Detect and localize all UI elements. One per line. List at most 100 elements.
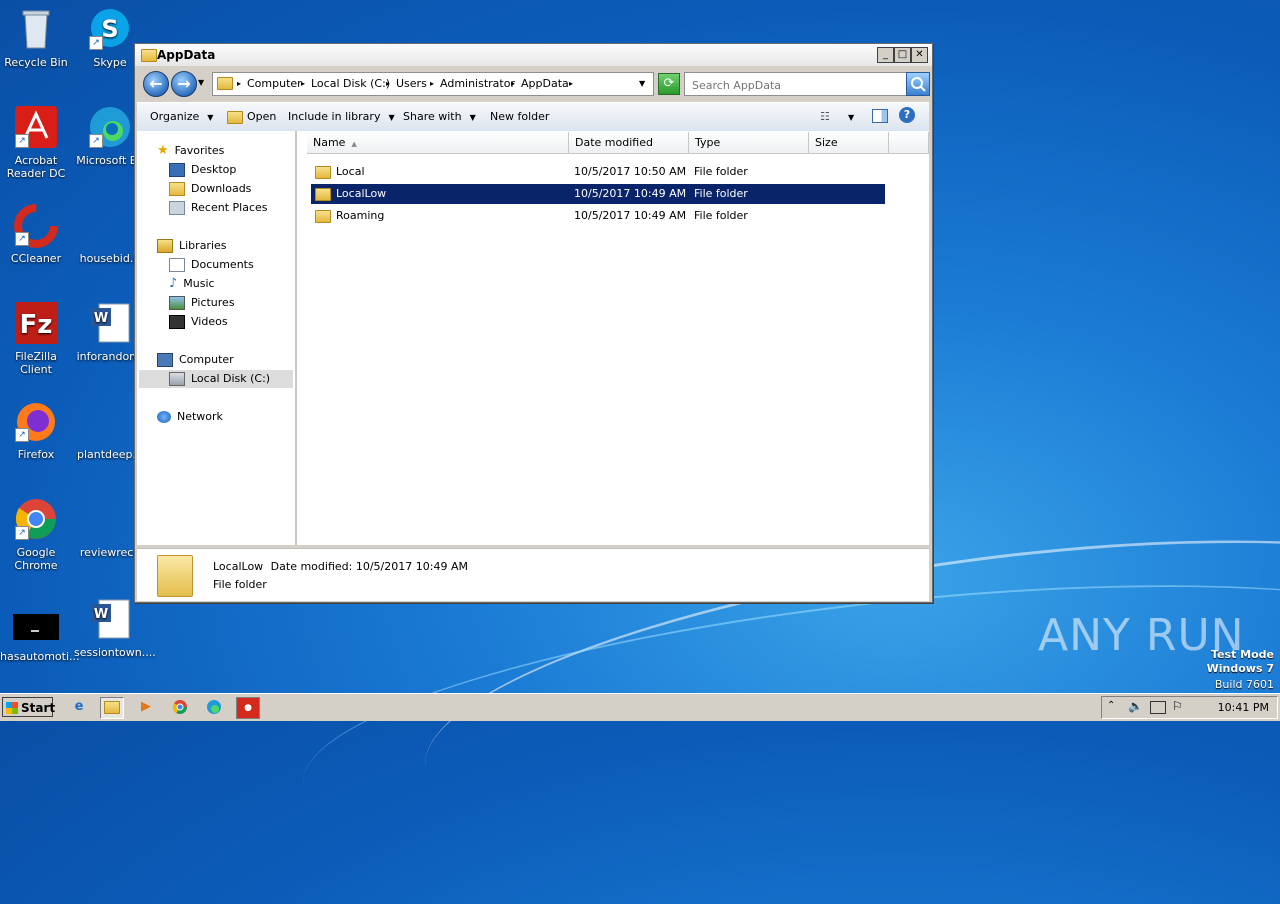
- forward-button[interactable]: →: [171, 71, 197, 97]
- file-name: LocalLow: [336, 187, 387, 200]
- search-box[interactable]: [684, 72, 908, 96]
- music-icon: ♪: [169, 276, 178, 291]
- nav-network[interactable]: Network: [157, 408, 223, 426]
- nav-desktop[interactable]: Desktop: [169, 161, 236, 179]
- nav-music[interactable]: ♪ Music: [169, 275, 215, 293]
- preview-pane-icon[interactable]: [872, 109, 888, 126]
- clock[interactable]: 10:41 PM: [1218, 701, 1269, 714]
- folder-icon: [315, 165, 331, 179]
- desktop-icon-filezilla[interactable]: Fz FileZilla Client: [0, 300, 72, 376]
- pictures-icon: [169, 296, 185, 310]
- minimize-button[interactable]: _: [877, 47, 894, 63]
- explorer-taskbar-icon[interactable]: [100, 697, 124, 719]
- desktop-icon-hasautomoti[interactable]: hasautomoti...: [0, 600, 80, 663]
- file-type: File folder: [694, 165, 748, 178]
- os-version-label: Windows 7: [1206, 662, 1274, 675]
- anyrun-taskbar-icon[interactable]: ●: [236, 697, 260, 719]
- nav-pictures[interactable]: Pictures: [169, 294, 235, 312]
- column-header-type[interactable]: Type: [689, 132, 809, 154]
- breadcrumb-separator[interactable]: ▸: [237, 79, 241, 88]
- breadcrumb-local-disk[interactable]: Local Disk (C:): [311, 77, 390, 90]
- svg-text:W: W: [94, 607, 108, 622]
- svg-text:W: W: [94, 311, 108, 326]
- folder-icon: [141, 48, 157, 62]
- nav-recent-places[interactable]: Recent Places: [169, 199, 268, 217]
- include-in-library-button[interactable]: Include in library ▼: [288, 110, 395, 123]
- chrome-taskbar-icon[interactable]: [169, 697, 191, 717]
- table-row[interactable]: Local 10/5/2017 10:50 AM File folder: [311, 162, 885, 182]
- media-player-icon[interactable]: ▶: [135, 697, 157, 717]
- breadcrumb-separator[interactable]: ▸: [511, 79, 515, 88]
- close-button[interactable]: ✕: [911, 47, 928, 63]
- nav-documents[interactable]: Documents: [169, 256, 254, 274]
- change-view-icon[interactable]: ☷: [820, 110, 830, 123]
- new-folder-button[interactable]: New folder: [490, 110, 549, 123]
- share-with-button[interactable]: Share with ▼: [403, 110, 476, 123]
- desktop-icon-firefox[interactable]: ↗ Firefox: [0, 398, 72, 461]
- help-icon[interactable]: ?: [899, 107, 915, 123]
- back-button[interactable]: ←: [143, 71, 169, 97]
- word-document-icon: W: [87, 596, 133, 642]
- breadcrumb-separator[interactable]: ▸: [430, 79, 434, 88]
- recent-places-icon: [169, 201, 185, 215]
- explorer-window[interactable]: AppData _ □ ✕ ← → ▼ ▸ Computer ▸ Local D…: [134, 43, 933, 603]
- filezilla-icon: Fz: [13, 300, 59, 346]
- recent-pages-dropdown-icon[interactable]: ▼: [198, 78, 204, 87]
- edge-taskbar-icon[interactable]: [203, 697, 225, 717]
- search-input[interactable]: [690, 75, 894, 95]
- organize-button[interactable]: Organize ▼: [150, 110, 213, 123]
- breadcrumb-appdata[interactable]: AppData: [521, 77, 569, 90]
- details-type: File folder: [213, 578, 267, 591]
- details-name: LocalLow: [213, 560, 264, 573]
- computer-icon: [157, 353, 173, 367]
- breadcrumb-separator[interactable]: ▸: [386, 79, 390, 88]
- view-options-dropdown-icon[interactable]: ▼: [848, 113, 854, 122]
- desktop-icon-sessiontown[interactable]: W sessiontown....: [74, 596, 156, 659]
- title-bar[interactable]: AppData _ □ ✕: [135, 44, 932, 66]
- shortcut-arrow-icon: ↗: [15, 232, 29, 246]
- svg-text:S: S: [101, 15, 118, 43]
- nav-favorites[interactable]: ★ Favorites: [157, 142, 224, 160]
- refresh-button[interactable]: ⟳: [658, 73, 680, 95]
- nav-local-disk[interactable]: Local Disk (C:): [139, 370, 293, 388]
- libraries-icon: [157, 239, 173, 253]
- recycle-bin-icon: [13, 6, 59, 52]
- open-button[interactable]: Open: [227, 110, 276, 124]
- desktop-icon-recycle-bin[interactable]: Recycle Bin: [0, 6, 72, 69]
- file-name: Roaming: [336, 209, 385, 222]
- nav-computer[interactable]: Computer: [157, 351, 234, 369]
- nav-downloads[interactable]: Downloads: [169, 180, 251, 198]
- details-line-1: LocalLow Date modified: 10/5/2017 10:49 …: [213, 560, 468, 573]
- breadcrumb-separator[interactable]: ▸: [301, 79, 305, 88]
- taskbar: Start e ▶ ● ⌃ 🔈 ⚐ 10:41 PM: [0, 693, 1280, 721]
- svg-text:Fz: Fz: [20, 310, 53, 340]
- address-row: ← → ▼ ▸ Computer ▸ Local Disk (C:) ▸ Use…: [135, 68, 932, 100]
- search-icon[interactable]: [906, 72, 930, 96]
- internet-explorer-icon[interactable]: e: [68, 697, 90, 717]
- address-dropdown-icon[interactable]: ▼: [639, 79, 645, 88]
- breadcrumb-administrator[interactable]: Administrator: [440, 77, 515, 90]
- nav-videos[interactable]: Videos: [169, 313, 228, 331]
- column-header-date[interactable]: Date modified: [569, 132, 689, 154]
- details-date-label: Date modified:: [270, 560, 353, 573]
- maximize-button[interactable]: □: [894, 47, 911, 63]
- action-center-flag-icon[interactable]: ⚐: [1172, 699, 1183, 713]
- breadcrumb-computer[interactable]: Computer: [247, 77, 302, 90]
- network-tray-icon[interactable]: [1150, 701, 1166, 714]
- desktop-icon-chrome[interactable]: ↗ Google Chrome: [0, 496, 72, 572]
- shortcut-arrow-icon: ↗: [89, 36, 103, 50]
- volume-icon[interactable]: 🔈: [1128, 699, 1143, 713]
- breadcrumb-separator[interactable]: ▸: [569, 79, 573, 88]
- desktop-icon-ccleaner[interactable]: ↗ CCleaner: [0, 202, 72, 265]
- nav-libraries[interactable]: Libraries: [157, 237, 227, 255]
- column-header-size[interactable]: Size: [809, 132, 889, 154]
- blank-file-icon: [87, 398, 133, 444]
- table-row[interactable]: Roaming 10/5/2017 10:49 AM File folder: [311, 206, 885, 226]
- breadcrumb-users[interactable]: Users: [396, 77, 427, 90]
- start-button[interactable]: Start: [2, 697, 55, 717]
- address-bar[interactable]: ▸ Computer ▸ Local Disk (C:) ▸ Users ▸ A…: [212, 72, 654, 96]
- show-hidden-icons-icon[interactable]: ⌃: [1107, 700, 1115, 711]
- table-row-selected[interactable]: LocalLow 10/5/2017 10:49 AM File folder: [311, 184, 885, 204]
- desktop-icon-acrobat[interactable]: ↗ Acrobat Reader DC: [0, 104, 72, 180]
- column-header-name[interactable]: Name ▲: [307, 132, 569, 154]
